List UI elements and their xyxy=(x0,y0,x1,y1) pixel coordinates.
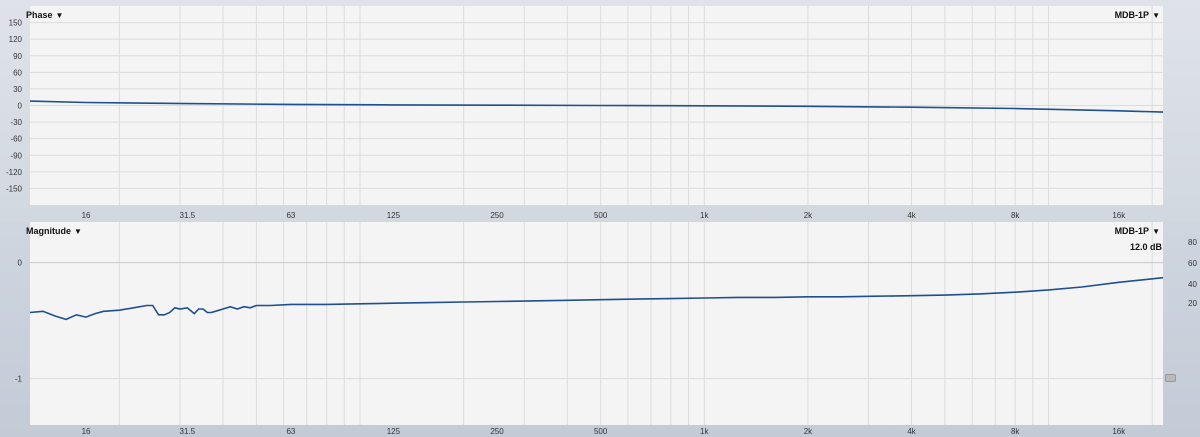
offset-scroll-handle[interactable] xyxy=(1165,374,1176,382)
y-tick-label: -1 xyxy=(15,375,23,384)
plot-area xyxy=(30,222,1163,425)
right-y-tick-label: 80 xyxy=(1188,238,1197,247)
magnitude-offset-label: 12.0 dB xyxy=(1129,242,1162,252)
x-tick-label: 63 xyxy=(286,427,295,436)
y-tick-label: 0 xyxy=(18,102,23,111)
y-tick-label: -150 xyxy=(6,184,23,193)
y-tick-label: 60 xyxy=(13,68,22,77)
y-tick-label: -120 xyxy=(6,168,23,177)
x-tick-label: 16 xyxy=(82,211,91,220)
x-tick-label: 1k xyxy=(700,211,709,220)
x-tick-label: 250 xyxy=(490,211,504,220)
y-tick-label: 120 xyxy=(9,35,23,44)
right-y-tick-label: 60 xyxy=(1188,259,1197,268)
phase-title-dropdown[interactable]: Phase ▼ xyxy=(26,10,63,20)
x-tick-label: 63 xyxy=(286,211,295,220)
x-tick-label: 1k xyxy=(700,427,709,436)
x-tick-label: 250 xyxy=(490,427,504,436)
y-tick-label: -90 xyxy=(10,151,22,160)
magnitude-device: MDB-1P xyxy=(1114,226,1150,236)
dropdown-arrow-icon: ▼ xyxy=(1152,227,1160,236)
dropdown-arrow-icon: ▼ xyxy=(74,227,82,236)
x-tick-label: 4k xyxy=(907,427,916,436)
y-tick-label: -60 xyxy=(10,135,22,144)
magnitude-title: Magnitude xyxy=(26,226,71,236)
phase-title: Phase xyxy=(26,10,53,20)
phase-panel: 150 120 90 60 30 0 -30 -60 -90 -120 -150 16 31.5 63 12… xyxy=(0,0,1200,222)
x-tick-label: 31.5 xyxy=(180,211,196,220)
y-tick-label: 90 xyxy=(13,52,22,61)
y-tick-label: 30 xyxy=(13,85,22,94)
phase-device: MDB-1P xyxy=(1114,10,1150,20)
dropdown-arrow-icon: ▼ xyxy=(1152,11,1160,20)
y-tick-label: 150 xyxy=(9,19,23,28)
x-tick-label: 31.5 xyxy=(180,427,196,436)
phase-chart: 150 120 90 60 30 0 -30 -60 -90 -120 -150 16 31.5 63 12… xyxy=(6,6,1164,220)
right-y-tick-label: 20 xyxy=(1188,299,1197,308)
x-tick-label: 125 xyxy=(387,211,401,220)
x-tick-label: 16k xyxy=(1112,427,1126,436)
x-tick-label: 16 xyxy=(82,427,91,436)
x-tick-label: 4k xyxy=(907,211,916,220)
x-tick-label: 16k xyxy=(1112,211,1126,220)
x-tick-label: 125 xyxy=(387,427,401,436)
x-tick-label: 2k xyxy=(804,427,813,436)
phase-device-dropdown[interactable]: MDB-1P ▼ xyxy=(1115,10,1160,20)
magnitude-chart: 0 -1 80 60 40 20 16 31.5 63 125 250 500 1k 2k 4k 8k 16k xyxy=(15,222,1197,436)
x-tick-label: 8k xyxy=(1011,427,1020,436)
magnitude-title-dropdown[interactable]: Magnitude ▼ xyxy=(26,226,82,236)
dropdown-arrow-icon: ▼ xyxy=(55,11,64,20)
x-tick-label: 500 xyxy=(594,427,608,436)
magnitude-panel: 0 -1 80 60 40 20 16 31.5 63 125 250 500 1k 2k 4k 8k 16k … xyxy=(0,222,1200,437)
magnitude-device-dropdown[interactable]: MDB-1P ▼ xyxy=(1115,226,1160,236)
right-y-tick-label: 40 xyxy=(1188,280,1197,289)
y-tick-label: -30 xyxy=(10,118,22,127)
x-tick-label: 2k xyxy=(804,211,813,220)
x-tick-label: 500 xyxy=(594,211,608,220)
y-tick-label: 0 xyxy=(18,259,23,268)
x-tick-label: 8k xyxy=(1011,211,1020,220)
